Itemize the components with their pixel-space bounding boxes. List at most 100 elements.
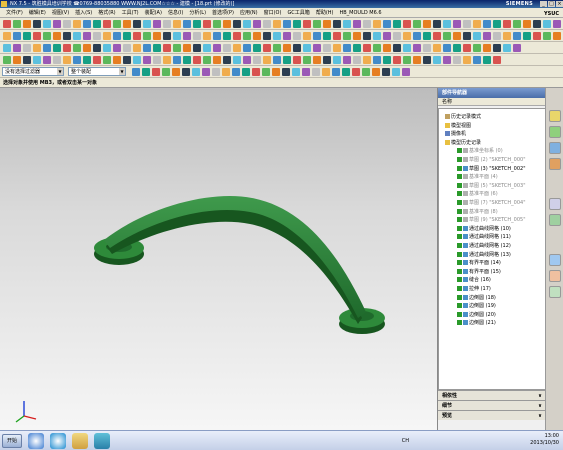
toolbar-tool-icon[interactable] [352,68,360,76]
toolbar-tool-icon[interactable] [43,56,51,64]
toolbar-tool-icon[interactable] [93,20,101,28]
process-studio-icon[interactable] [549,214,561,226]
language-indicator[interactable]: CH [402,438,409,445]
tree-node[interactable]: 草图 (5) "SKETCH_003" [457,182,526,190]
check-icon[interactable] [457,234,462,240]
check-icon[interactable] [457,303,462,309]
toolbar-tool-icon[interactable] [43,32,51,40]
toolbar-tool-icon[interactable] [553,32,561,40]
toolbar-tool-icon[interactable] [243,44,251,52]
tree-node[interactable]: 基准平面 (8) [457,208,498,216]
toolbar-tool-icon[interactable] [233,32,241,40]
toolbar-tool-icon[interactable] [423,56,431,64]
toolbar-tool-icon[interactable] [33,20,41,28]
toolbar-tool-icon[interactable] [113,44,121,52]
toolbar-tool-icon[interactable] [203,56,211,64]
folder-app-icon[interactable] [72,433,88,449]
toolbar-tool-icon[interactable] [493,32,501,40]
toolbar-tool-icon[interactable] [83,56,91,64]
toolbar-tool-icon[interactable] [33,56,41,64]
toolbar-tool-icon[interactable] [173,32,181,40]
toolbar-tool-icon[interactable] [433,44,441,52]
toolbar-tool-icon[interactable] [133,20,141,28]
toolbar-tool-icon[interactable] [373,20,381,28]
toolbar-tool-icon[interactable] [53,56,61,64]
toolbar-tool-icon[interactable] [393,56,401,64]
panel-details[interactable]: 细节 ∨ [438,400,546,410]
toolbar-tool-icon[interactable] [413,20,421,28]
toolbar-tool-icon[interactable] [13,20,21,28]
toolbar-tool-icon[interactable] [243,32,251,40]
toolbar-tool-icon[interactable] [273,44,281,52]
toolbar-tool-icon[interactable] [362,68,370,76]
tree-node[interactable]: 模型视图 [445,122,471,130]
check-icon[interactable] [457,157,462,162]
toolbar-tool-icon[interactable] [443,56,451,64]
toolbar-tool-icon[interactable] [223,44,231,52]
tree-node[interactable]: 草图 (9) "SKETCH_005" [457,216,526,224]
maximize-button[interactable]: □ [548,1,555,7]
toolbar-tool-icon[interactable] [473,32,481,40]
toolbar-tool-icon[interactable] [453,56,461,64]
toolbar-tool-icon[interactable] [393,20,401,28]
tree-node[interactable]: 历史记录模式 [445,113,481,121]
toolbar-tool-icon[interactable] [223,56,231,64]
toolbar-tool-icon[interactable] [372,68,380,76]
menu-item[interactable]: 分析(L) [189,8,206,18]
toolbar-tool-icon[interactable] [183,56,191,64]
toolbar-tool-icon[interactable] [323,20,331,28]
toolbar-tool-icon[interactable] [103,44,111,52]
toolbar-tool-icon[interactable] [543,32,551,40]
check-icon[interactable] [457,251,462,257]
toolbar-tool-icon[interactable] [483,32,491,40]
toolbar-tool-icon[interactable] [33,44,41,52]
tree-node[interactable]: 通过曲线网格 (10) [457,225,511,233]
toolbar-tool-icon[interactable] [193,44,201,52]
toolbar-tool-icon[interactable] [363,56,371,64]
toolbar-tool-icon[interactable] [133,32,141,40]
toolbar-tool-icon[interactable] [253,44,261,52]
toolbar-tool-icon[interactable] [453,32,461,40]
toolbar-tool-icon[interactable] [83,20,91,28]
toolbar-tool-icon[interactable] [203,20,211,28]
toolbar-tool-icon[interactable] [473,56,481,64]
toolbar-tool-icon[interactable] [393,32,401,40]
toolbar-tool-icon[interactable] [103,32,111,40]
tree-node[interactable]: 摄像机 [445,130,466,138]
toolbar-tool-icon[interactable] [252,68,260,76]
toolbar-tool-icon[interactable] [513,20,521,28]
toolbar-tool-icon[interactable] [93,44,101,52]
tree-node[interactable]: 基准坐标系 (0) [457,147,503,155]
toolbar-tool-icon[interactable] [213,20,221,28]
toolbar-tool-icon[interactable] [393,44,401,52]
toolbar-tool-icon[interactable] [283,44,291,52]
toolbar-tool-icon[interactable] [273,56,281,64]
toolbar-tool-icon[interactable] [253,20,261,28]
toolbar-tool-icon[interactable] [83,44,91,52]
toolbar-tool-icon[interactable] [142,68,150,76]
toolbar-tool-icon[interactable] [423,32,431,40]
toolbar-tool-icon[interactable] [323,44,331,52]
toolbar-tool-icon[interactable] [23,32,31,40]
toolbar-tool-icon[interactable] [172,68,180,76]
tree-node[interactable]: 草图 (7) "SKETCH_004" [457,199,526,207]
menu-item[interactable]: 格式(R) [98,8,115,18]
toolbar-tool-icon[interactable] [23,20,31,28]
toolbar-tool-icon[interactable] [163,44,171,52]
tree-node[interactable]: 模型历史记录 [445,139,481,147]
toolbar-tool-icon[interactable] [293,20,301,28]
toolbar-tool-icon[interactable] [173,20,181,28]
toolbar-tool-icon[interactable] [433,32,441,40]
palettes-icon[interactable] [549,286,561,298]
toolbar-tool-icon[interactable] [313,20,321,28]
toolbar-tool-icon[interactable] [383,56,391,64]
toolbar-tool-icon[interactable] [423,20,431,28]
toolbar-tool-icon[interactable] [283,32,291,40]
toolbar-tool-icon[interactable] [282,68,290,76]
menu-item[interactable]: 装配(A) [145,8,162,18]
toolbar-tool-icon[interactable] [163,32,171,40]
toolbar-tool-icon[interactable] [103,20,111,28]
toolbar-tool-icon[interactable] [403,32,411,40]
toolbar-tool-icon[interactable] [523,32,531,40]
toolbar-tool-icon[interactable] [233,20,241,28]
